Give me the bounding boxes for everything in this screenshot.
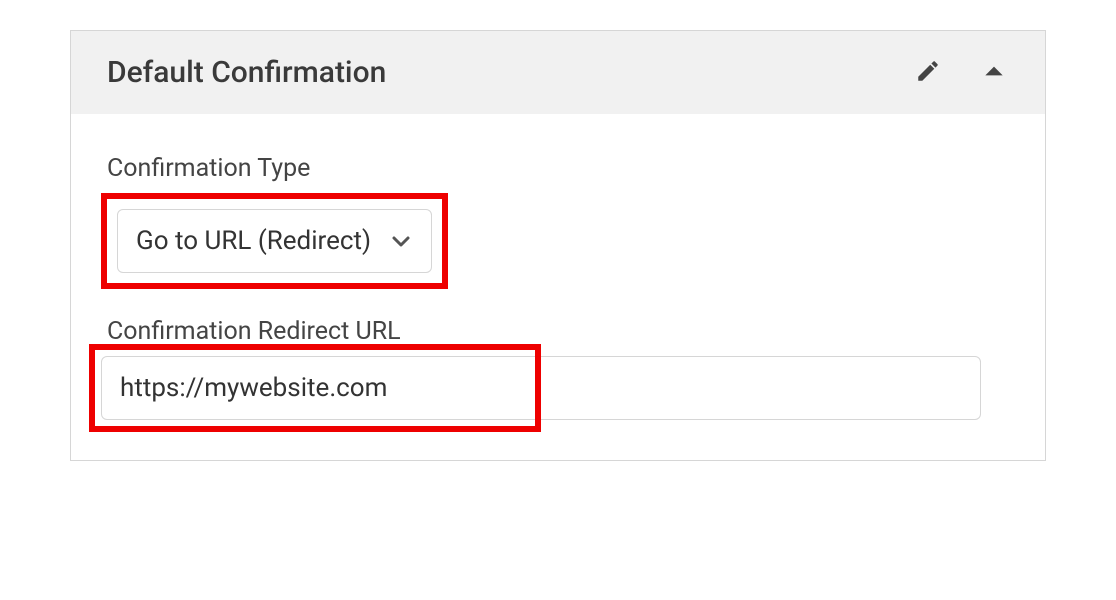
panel-header: Default Confirmation: [71, 31, 1045, 114]
redirect-url-input[interactable]: [101, 356, 981, 420]
redirect-url-label: Confirmation Redirect URL: [101, 317, 1015, 346]
confirmation-type-label: Confirmation Type: [101, 154, 1015, 183]
pencil-icon: [915, 58, 941, 88]
confirmation-type-field: Confirmation Type Go to URL (Redirect): [101, 154, 1015, 289]
confirmation-type-select[interactable]: Go to URL (Redirect): [117, 209, 432, 273]
redirect-url-field: Confirmation Redirect URL: [101, 317, 1015, 420]
panel-body: Confirmation Type Go to URL (Redirect) C…: [71, 114, 1045, 460]
confirmation-panel: Default Confirmation Confirmation Type G…: [70, 30, 1046, 461]
panel-actions: [913, 58, 1009, 88]
select-value: Go to URL (Redirect): [136, 226, 371, 256]
panel-title: Default Confirmation: [107, 55, 386, 90]
redirect-url-wrap: [101, 356, 1015, 420]
highlight-annotation: Go to URL (Redirect): [101, 193, 448, 289]
edit-button[interactable]: [913, 58, 943, 88]
collapse-button[interactable]: [979, 58, 1009, 88]
chevron-down-icon: [389, 229, 413, 253]
chevron-up-icon: [981, 58, 1007, 88]
